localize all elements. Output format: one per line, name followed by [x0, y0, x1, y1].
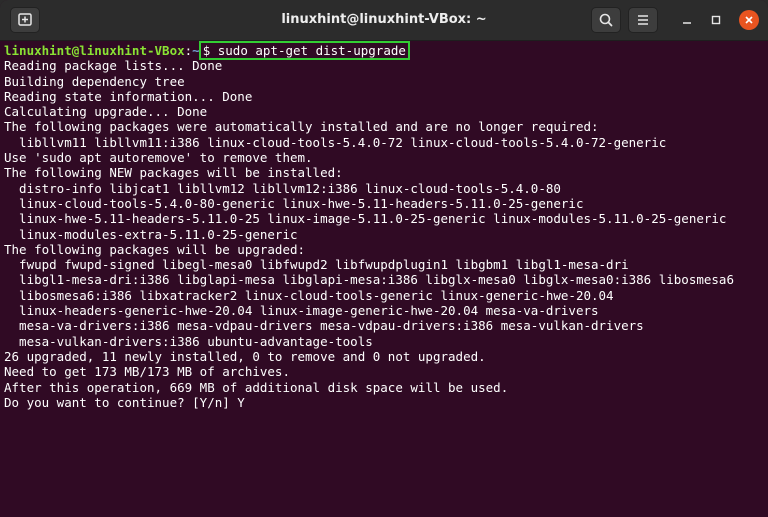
maximize-icon [711, 15, 721, 25]
output-line: linux-modules-extra-5.11.0-25-generic [4, 226, 298, 242]
highlighted-command: $ sudo apt-get dist-upgrade [198, 41, 410, 60]
prompt-user-host: linuxhint@linuxhint-VBox [4, 43, 185, 58]
output-line: The following packages will be upgraded: [4, 241, 306, 257]
terminal-window: linuxhint@linuxhint-VBox: ~ linuxhint@li… [0, 0, 768, 517]
output-line: 26 upgraded, 11 newly installed, 0 to re… [4, 348, 486, 364]
close-icon [745, 16, 753, 24]
maximize-button[interactable] [706, 10, 726, 30]
search-icon [599, 13, 613, 27]
output-line: fwupd fwupd-signed libegl-mesa0 libfwupd… [4, 257, 629, 273]
output-line: Reading package lists... Done [4, 58, 223, 74]
output-line: Reading state information... Done [4, 88, 253, 104]
output-line: Building dependency tree [4, 73, 185, 89]
prompt-line: linuxhint@linuxhint-VBox:~ $ sudo apt-get… [4, 41, 768, 60]
output-line: The following NEW packages will be insta… [4, 165, 343, 181]
output-line: distro-info libjcat1 libllvm12 libllvm12… [4, 180, 561, 196]
output-line: linux-cloud-tools-5.4.0-80-generic linux… [4, 195, 584, 211]
output-line: Need to get 173 MB/173 MB of archives. [4, 364, 290, 380]
search-button[interactable] [591, 7, 621, 33]
command-text: sudo apt-get dist-upgrade [217, 43, 406, 58]
output-line: libllvm11 libllvm11:i386 linux-cloud-too… [4, 134, 667, 150]
output-line: The following packages were automaticall… [4, 119, 599, 135]
hamburger-menu-icon [638, 15, 648, 25]
output-line: mesa-vulkan-drivers:i386 ubuntu-advantag… [4, 333, 373, 349]
output-line: After this operation, 669 MB of addition… [4, 379, 509, 395]
title-bar[interactable]: linuxhint@linuxhint-VBox: ~ [0, 0, 768, 41]
output-line: libgl1-mesa-dri:i386 libglapi-mesa libgl… [4, 272, 734, 288]
prompt-symbol: $ [202, 43, 211, 58]
output-line: mesa-va-drivers:i386 mesa-vdpau-drivers … [4, 318, 644, 334]
minimize-button[interactable] [677, 10, 697, 30]
output-line: Do you want to continue? [Y/n] Y [4, 394, 245, 410]
minimize-icon [683, 22, 691, 24]
output-line: Use 'sudo apt autoremove' to remove them… [4, 150, 313, 166]
output-line: linux-hwe-5.11-headers-5.11.0-25 linux-i… [4, 211, 727, 227]
terminal-output-area[interactable]: linuxhint@linuxhint-VBox:~ $ sudo apt-get… [0, 41, 768, 517]
menu-button[interactable] [628, 7, 658, 33]
output-line: libosmesa6:i386 libxatracker2 linux-clou… [4, 287, 614, 303]
close-button[interactable] [739, 10, 759, 30]
output-line: linux-headers-generic-hwe-20.04 linux-im… [4, 303, 599, 319]
output-line: Calculating upgrade... Done [4, 104, 208, 120]
